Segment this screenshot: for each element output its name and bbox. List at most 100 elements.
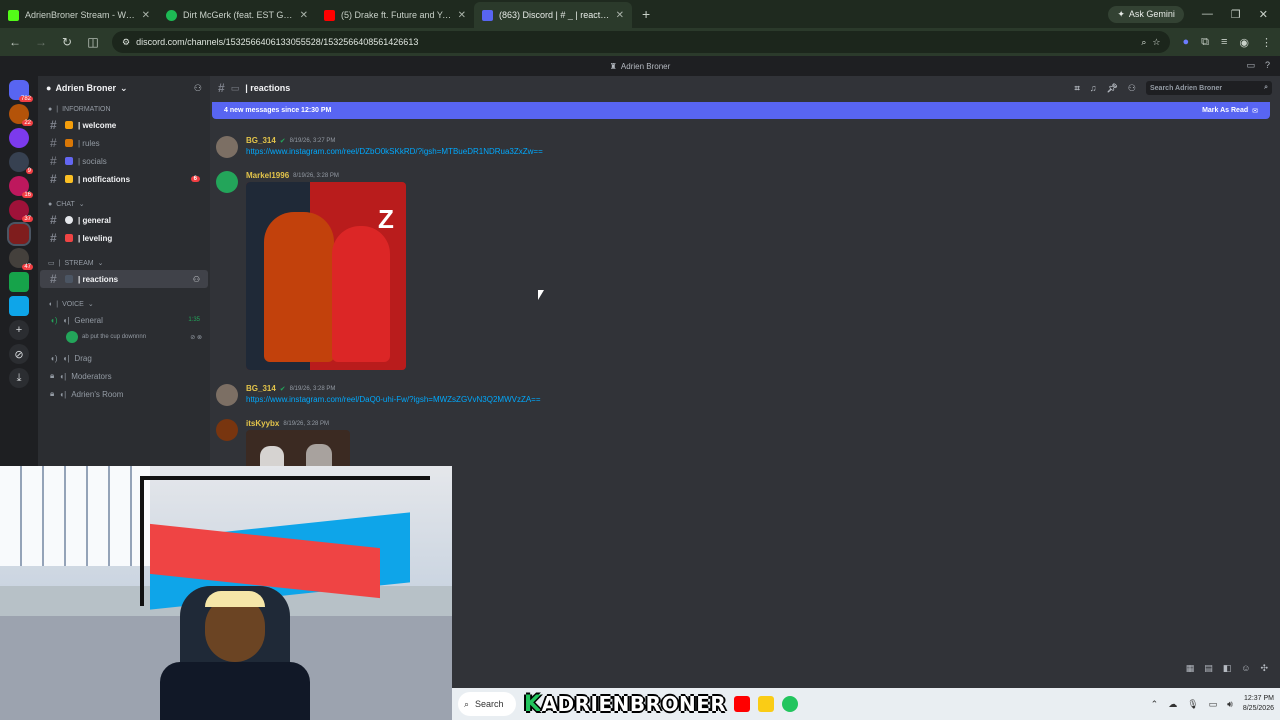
server-icon[interactable]: 16 <box>9 176 33 198</box>
server-icon[interactable]: 37 <box>9 200 33 222</box>
muted-icon: ⊘ ⊗ <box>190 334 202 341</box>
avatar[interactable] <box>216 384 238 406</box>
mark-as-read-button[interactable]: Mark As Read <box>1202 107 1248 114</box>
channel-rules[interactable]: # | rules <box>40 134 208 152</box>
voice-channel-drag[interactable]: ◖) ◖| Drag <box>40 349 208 367</box>
server-icon[interactable]: 47 <box>9 248 33 270</box>
reload-icon[interactable]: ↻ <box>60 35 74 49</box>
gift-icon[interactable]: ▦ <box>1186 663 1195 674</box>
close-icon[interactable]: ✕ <box>458 10 466 21</box>
message-link[interactable]: https://www.instagram.com/reel/DaQ0-uhi-… <box>246 395 541 404</box>
notification-bell-icon[interactable]: ♫ <box>1090 83 1097 93</box>
file-explorer-icon[interactable] <box>758 696 775 712</box>
channel-reactions[interactable]: # | reactions ⚇ <box>40 270 208 288</box>
close-icon[interactable]: ✕ <box>616 10 624 21</box>
close-icon[interactable]: ✕ <box>300 10 308 21</box>
pin-icon[interactable]: 📌︎ <box>1106 83 1117 94</box>
network-icon[interactable]: ▭ <box>1209 699 1218 710</box>
browser-tab-bar: AdrienBroner Stream - Watch L ✕ Dirt McG… <box>0 0 1280 28</box>
username[interactable]: Markel1996 <box>246 171 289 180</box>
taskbar-search[interactable]: ⌕ Search <box>458 692 516 716</box>
channel-leveling[interactable]: # | leveling <box>40 229 208 247</box>
username[interactable]: BG_314 <box>246 136 276 145</box>
streamer-body <box>160 662 310 720</box>
server-icon[interactable] <box>9 296 29 316</box>
extension-icon[interactable]: ● <box>1182 36 1189 48</box>
minimize-icon[interactable]: — <box>1202 8 1213 20</box>
back-icon[interactable]: ← <box>8 35 22 49</box>
sticker-icon[interactable]: ◧ <box>1223 663 1232 674</box>
server-icon[interactable] <box>9 272 29 292</box>
threads-icon[interactable]: ⌗ <box>1075 83 1080 94</box>
restore-icon[interactable]: ❐ <box>1231 8 1241 21</box>
username[interactable]: BG_314 <box>246 384 276 393</box>
server-icon-active[interactable] <box>7 222 31 246</box>
emoji-icon[interactable]: ☺ <box>1241 663 1250 674</box>
url-field[interactable]: ⚙ discord.com/channels/15325664061330555… <box>112 31 1171 53</box>
menu-icon[interactable]: ⋮ <box>1261 36 1272 49</box>
add-server-icon[interactable]: + <box>9 320 29 340</box>
avatar[interactable] <box>216 419 238 441</box>
youtube-icon[interactable] <box>734 696 751 712</box>
channel-notifications[interactable]: # | notifications 6 <box>40 170 208 188</box>
server-icon[interactable] <box>9 128 29 148</box>
category-chat[interactable]: ● CHAT ⌄ <box>38 194 210 211</box>
add-member-icon[interactable]: ⚇ <box>193 275 200 284</box>
new-messages-banner[interactable]: 4 new messages since 12:30 PM Mark As Re… <box>212 102 1270 119</box>
username[interactable]: itsKyybx <box>246 419 279 428</box>
forward-icon[interactable]: → <box>34 35 48 49</box>
category-stream[interactable]: ▭ | STREAM ⌄ <box>38 253 210 270</box>
chrome-icon[interactable] <box>782 696 799 712</box>
spotify-icon <box>166 9 177 21</box>
discover-icon[interactable]: ⊘ <box>9 344 29 364</box>
voice-channel-moderators[interactable]: 🔒︎ ◖| Moderators <box>40 367 208 385</box>
download-icon[interactable]: ⤓ <box>9 368 29 388</box>
avatar[interactable] <box>216 136 238 158</box>
avatar[interactable] <box>216 171 238 193</box>
attached-photo[interactable]: Z <box>246 182 406 370</box>
voice-channel-general[interactable]: ◖) ◖| General 1:35 <box>40 311 208 329</box>
search-input[interactable]: Search Adrien Broner ⌕ <box>1146 81 1272 95</box>
microphone-icon[interactable]: 🎙︎ <box>1187 699 1198 710</box>
split-view-icon[interactable]: ◫ <box>86 35 100 49</box>
server-icon[interactable]: 22 <box>9 104 33 126</box>
inbox-icon[interactable]: ▭ <box>1246 60 1255 71</box>
invite-icon[interactable]: ⚇ <box>194 83 202 94</box>
volume-icon[interactable]: 🔊︎ <box>1227 699 1233 710</box>
voice-user[interactable]: ab put the cup downnnn ⊘ ⊗ <box>38 329 210 345</box>
guild-header[interactable]: ● Adrien Broner ⌄ ⚇ <box>38 76 210 100</box>
category-information[interactable]: ● | INFORMATION <box>38 100 210 116</box>
channel-general[interactable]: # | general <box>40 211 208 229</box>
close-window-icon[interactable]: ✕ <box>1259 8 1268 21</box>
browser-tab-kick[interactable]: AdrienBroner Stream - Watch L ✕ <box>0 2 158 28</box>
chevron-up-icon[interactable]: ⌃ <box>1151 699 1159 710</box>
bookmark-star-icon[interactable]: ☆ <box>1152 37 1160 48</box>
media-icon[interactable]: ≡ <box>1221 36 1227 48</box>
apps-icon[interactable]: ✣ <box>1260 663 1268 674</box>
attached-photo[interactable] <box>246 430 350 466</box>
ask-gemini-button[interactable]: ✦ Ask Gemini <box>1108 5 1184 23</box>
close-icon[interactable]: ✕ <box>142 10 150 21</box>
browser-tab-youtube[interactable]: (5) Drake ft. Future and Young ✕ <box>316 2 474 28</box>
site-info-icon[interactable]: ⚙ <box>122 37 130 48</box>
gif-icon[interactable]: ▤ <box>1204 663 1213 674</box>
browser-tab-discord[interactable]: (863) Discord | # _ | reactions ✕ <box>474 2 632 28</box>
channel-welcome[interactable]: # | welcome <box>40 116 208 134</box>
server-icon[interactable]: 9 <box>9 152 33 174</box>
zoom-icon[interactable]: ⌕ <box>1141 37 1146 48</box>
channel-socials[interactable]: # | socials <box>40 152 208 170</box>
chevron-down-icon: ⌄ <box>87 301 94 308</box>
hash-icon: # <box>50 118 57 132</box>
direct-messages-icon[interactable]: 782 <box>9 80 33 102</box>
help-icon[interactable]: ? <box>1265 60 1270 71</box>
member-list-icon[interactable]: ⚇ <box>1128 83 1136 94</box>
category-voice[interactable]: ◖ | VOICE ⌄ <box>38 294 210 311</box>
browser-tab-spotify[interactable]: Dirt McGerk (feat. EST Gee & Li ✕ <box>158 2 316 28</box>
puzzle-icon[interactable]: ⧉ <box>1201 36 1209 49</box>
clock[interactable]: 12:37 PM 8/25/2026 <box>1243 694 1274 714</box>
profile-avatar[interactable]: ◉ <box>1239 36 1249 49</box>
cloud-icon[interactable]: ☁ <box>1168 699 1177 710</box>
new-tab-button[interactable]: + <box>632 6 660 28</box>
voice-channel-adriens-room[interactable]: 🔒︎ ◖| Adrien's Room <box>40 385 208 403</box>
message-link[interactable]: https://www.instagram.com/reel/DZbO0kSKk… <box>246 147 543 156</box>
